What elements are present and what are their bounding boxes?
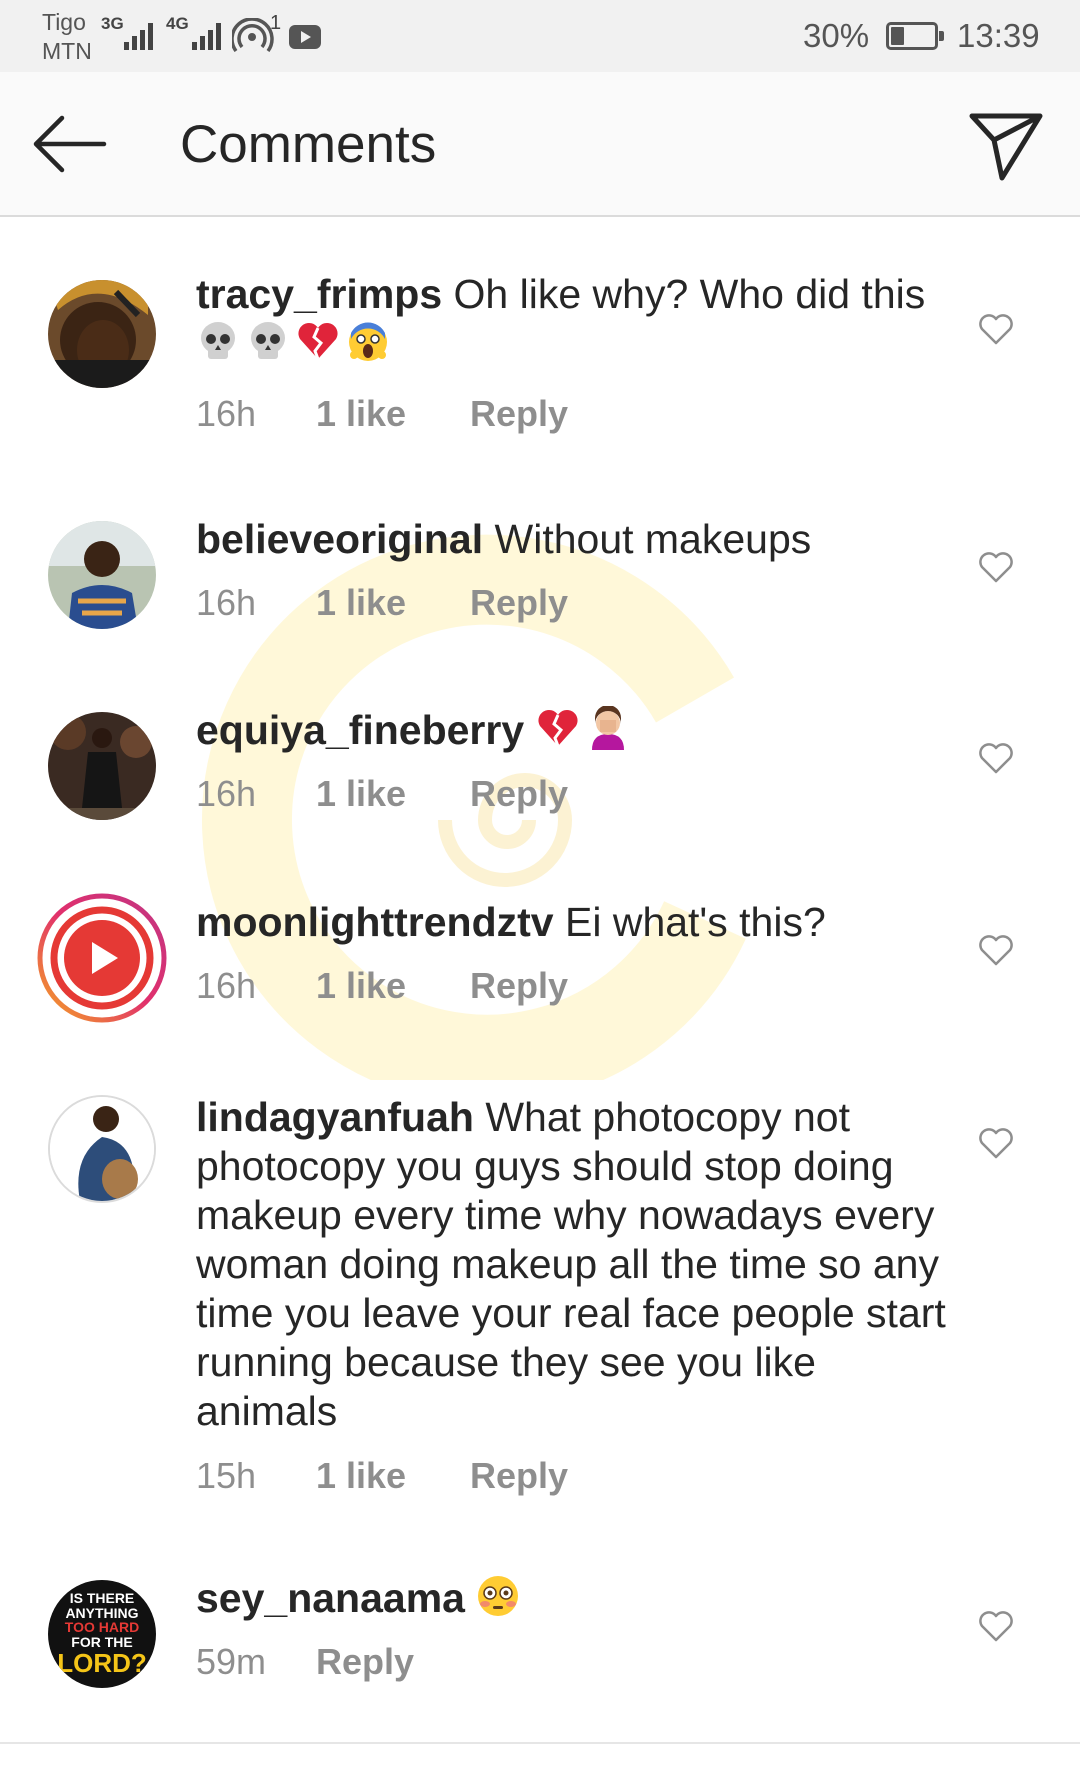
reply-button[interactable]: Reply bbox=[316, 1641, 414, 1683]
direct-send-icon bbox=[969, 113, 1043, 181]
signal-icon bbox=[124, 18, 153, 50]
comment-likes[interactable]: 1 like bbox=[316, 773, 470, 815]
comment-username[interactable]: moonlighttrendztv bbox=[196, 899, 554, 945]
comment-username[interactable]: believeoriginal bbox=[196, 516, 483, 562]
carrier-2: MTN bbox=[42, 38, 92, 64]
comment-meta: 16h 1 like Reply bbox=[196, 393, 568, 435]
hotspot-badge: 1 bbox=[270, 12, 282, 34]
avatar-text-line: IS THERE bbox=[69, 1589, 135, 1606]
avatar[interactable] bbox=[48, 1095, 156, 1203]
like-heart-icon[interactable] bbox=[978, 743, 1014, 775]
comment-timestamp: 16h bbox=[196, 965, 257, 1006]
avatar[interactable] bbox=[48, 712, 156, 820]
comment-body: sey_nanaama bbox=[196, 1574, 946, 1623]
skull-emoji-icon bbox=[201, 322, 235, 359]
carrier-names: Tigo MTN bbox=[42, 8, 92, 66]
avatar[interactable] bbox=[48, 521, 156, 629]
screaming-face-emoji-icon bbox=[349, 322, 387, 361]
comment-body: moonlighttrendztv Ei what's this? bbox=[196, 898, 946, 947]
live-avatar[interactable] bbox=[36, 892, 168, 1024]
comment-body: equiya_fineberry bbox=[196, 706, 946, 755]
clock: 13:39 bbox=[957, 17, 1040, 54]
signal-icon bbox=[192, 18, 221, 50]
comment-text: What photocopy not photocopy you guys sh… bbox=[196, 1094, 946, 1434]
avatar-text-line: ANYTHING bbox=[65, 1604, 139, 1621]
comment-body: believeoriginal Without makeups bbox=[196, 515, 946, 564]
battery-icon bbox=[886, 22, 944, 50]
like-heart-icon[interactable] bbox=[978, 552, 1014, 584]
comment-timestamp: 16h bbox=[196, 773, 257, 814]
broken-heart-emoji-icon bbox=[538, 709, 578, 747]
reply-button[interactable]: Reply bbox=[470, 773, 568, 815]
like-heart-icon[interactable] bbox=[978, 1611, 1014, 1643]
comments-header: Comments bbox=[0, 72, 1080, 217]
like-heart-icon[interactable] bbox=[978, 935, 1014, 967]
comment-username[interactable]: tracy_frimps bbox=[196, 271, 442, 317]
avatar-text-line: TOO HARD bbox=[64, 1619, 140, 1636]
comment-text: Without makeups bbox=[494, 516, 812, 562]
skull-emoji-icon bbox=[251, 322, 285, 359]
broken-heart-emoji-icon bbox=[298, 322, 338, 360]
avatar[interactable] bbox=[48, 280, 156, 388]
comment-username[interactable]: equiya_fineberry bbox=[196, 707, 524, 753]
comment-timestamp: 59m bbox=[196, 1641, 267, 1682]
comment-username[interactable]: sey_nanaama bbox=[196, 1575, 465, 1621]
like-heart-icon[interactable] bbox=[978, 314, 1014, 346]
like-heart-icon[interactable] bbox=[978, 1128, 1014, 1160]
comment-likes[interactable]: 1 like bbox=[316, 1455, 470, 1497]
avatar-text-line: LORD? bbox=[57, 1647, 147, 1678]
reply-button[interactable]: Reply bbox=[470, 965, 568, 1007]
page-title: Comments bbox=[180, 115, 437, 174]
comment-meta: 16h 1 like Reply bbox=[196, 965, 568, 1007]
reply-button[interactable]: Reply bbox=[470, 582, 568, 624]
comment-meta: 16h 1 like Reply bbox=[196, 582, 568, 624]
comment-timestamp: 16h bbox=[196, 582, 257, 623]
comment-text: Oh like why? Who did this bbox=[453, 271, 926, 317]
comment-username[interactable]: lindagyanfuah bbox=[196, 1094, 474, 1140]
share-button[interactable] bbox=[968, 110, 1044, 182]
battery-percent: 30% bbox=[803, 17, 870, 54]
comment-likes[interactable]: 1 like bbox=[316, 393, 470, 435]
reply-button[interactable]: Reply bbox=[470, 1455, 568, 1497]
woman-facepalming-emoji-icon bbox=[591, 706, 624, 750]
comment-timestamp: 16h bbox=[196, 393, 257, 434]
reply-button[interactable]: Reply bbox=[470, 393, 568, 435]
comment-likes[interactable]: 1 like bbox=[316, 965, 470, 1007]
comment-text: Ei what's this? bbox=[564, 899, 826, 945]
comment-timestamp: 15h bbox=[196, 1455, 257, 1496]
network-type-1: 3G bbox=[101, 14, 124, 33]
comment-meta: 16h 1 like Reply bbox=[196, 773, 568, 815]
comment-body: lindagyanfuah What photocopy not photoco… bbox=[196, 1093, 946, 1436]
comment-body: tracy_frimps Oh like why? Who did this bbox=[196, 270, 946, 368]
comment-meta: 59m Reply bbox=[196, 1641, 414, 1683]
arrow-left-icon bbox=[33, 115, 107, 173]
carrier-1: Tigo bbox=[42, 9, 86, 35]
comment-likes[interactable]: 1 like bbox=[316, 582, 470, 624]
network-type-2: 4G bbox=[166, 14, 189, 33]
status-bar: Tigo MTN 3G 4G 1 30% 13:39 bbox=[0, 0, 1080, 72]
comment-meta: 15h 1 like Reply bbox=[196, 1455, 568, 1497]
flushed-face-emoji-icon bbox=[478, 1576, 519, 1616]
bottom-divider bbox=[0, 1742, 1080, 1744]
hotspot-icon bbox=[232, 18, 274, 52]
avatar[interactable]: IS THERE ANYTHING TOO HARD FOR THE LORD? bbox=[48, 1580, 156, 1688]
youtube-notification-icon bbox=[289, 25, 321, 49]
back-button[interactable] bbox=[30, 112, 110, 176]
